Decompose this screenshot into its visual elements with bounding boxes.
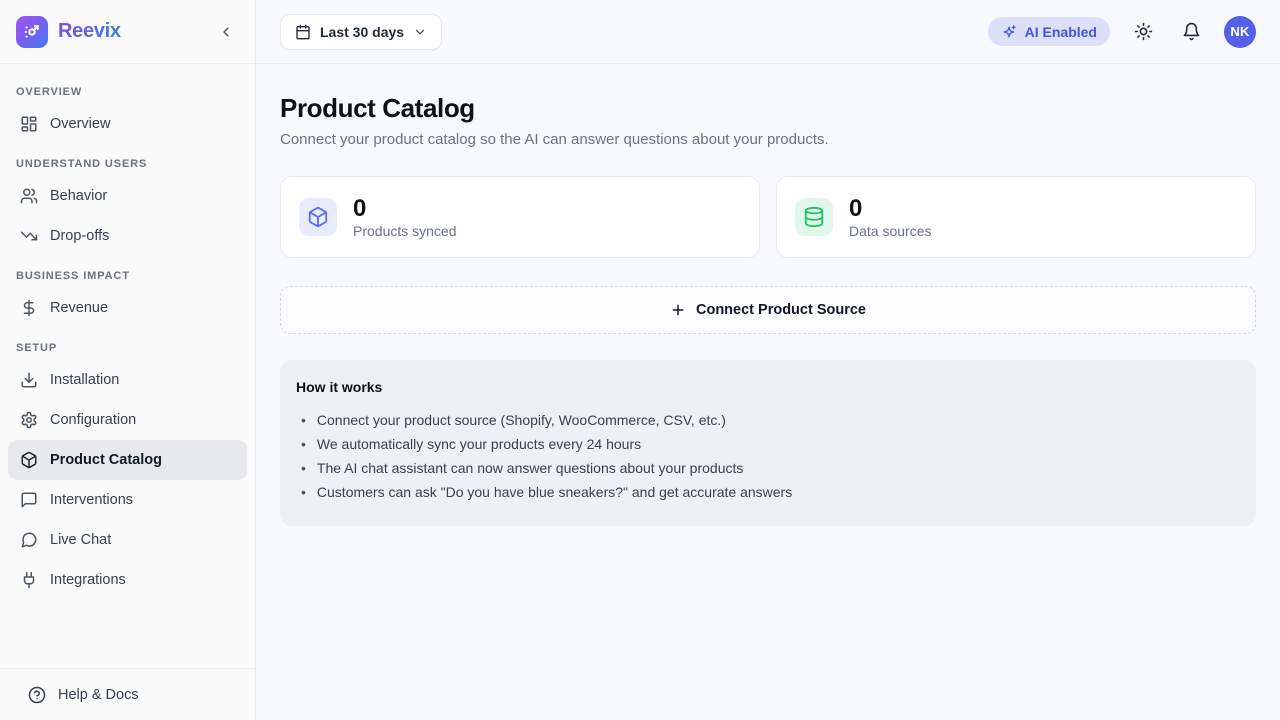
ai-enabled-label: AI Enabled bbox=[1025, 24, 1097, 40]
stat-label: Products synced bbox=[353, 223, 457, 239]
chevron-down-icon bbox=[413, 25, 427, 39]
sidebar-item-label: Integrations bbox=[50, 572, 126, 588]
help-docs-button[interactable]: Help & Docs bbox=[0, 668, 255, 720]
plug-icon bbox=[20, 571, 38, 589]
bullet-icon: • bbox=[296, 432, 306, 456]
stat-value: 0 bbox=[849, 195, 931, 223]
list-item: • The AI chat assistant can now answer q… bbox=[296, 456, 1240, 480]
page-content: Product Catalog Connect your product cat… bbox=[256, 64, 1280, 720]
stat-card-products-synced: 0 Products synced bbox=[280, 176, 760, 258]
sidebar: Reevix Overview Overview Understand User… bbox=[0, 0, 256, 720]
sidebar-item-label: Product Catalog bbox=[50, 452, 162, 468]
sidebar-item-interventions[interactable]: Interventions bbox=[8, 480, 247, 520]
help-circle-icon bbox=[28, 686, 46, 704]
page-subtitle: Connect your product catalog so the AI c… bbox=[280, 131, 1256, 148]
sparkles-icon bbox=[1001, 24, 1017, 40]
stat-text: 0 Data sources bbox=[849, 195, 931, 240]
calendar-icon bbox=[295, 24, 311, 40]
sidebar-item-label: Interventions bbox=[50, 492, 133, 508]
topbar-actions: AI Enabled NK bbox=[988, 16, 1256, 48]
sidebar-item-label: Behavior bbox=[50, 188, 107, 204]
message-square-icon bbox=[20, 491, 38, 509]
how-it-works-list: • Connect your product source (Shopify, … bbox=[296, 408, 1240, 504]
connect-product-source-button[interactable]: Connect Product Source bbox=[280, 286, 1256, 334]
dashboard-icon bbox=[20, 115, 38, 133]
nav-section-overview: Overview bbox=[8, 72, 247, 104]
sidebar-item-live-chat[interactable]: Live Chat bbox=[8, 520, 247, 560]
stat-text: 0 Products synced bbox=[353, 195, 457, 240]
sidebar-item-product-catalog[interactable]: Product Catalog bbox=[8, 440, 247, 480]
sidebar-nav: Overview Overview Understand Users Behav… bbox=[0, 64, 255, 668]
dollar-icon bbox=[20, 299, 38, 317]
bell-icon bbox=[1182, 22, 1201, 41]
message-circle-icon bbox=[20, 531, 38, 549]
package-icon bbox=[20, 451, 38, 469]
sidebar-item-label: Revenue bbox=[50, 300, 108, 316]
sidebar-item-overview[interactable]: Overview bbox=[8, 104, 247, 144]
list-item: • Connect your product source (Shopify, … bbox=[296, 408, 1240, 432]
gear-icon bbox=[20, 411, 38, 429]
list-item-text: Customers can ask "Do you have blue snea… bbox=[317, 480, 792, 504]
chevron-left-icon bbox=[218, 24, 234, 40]
sidebar-header: Reevix bbox=[0, 0, 255, 64]
notifications-button[interactable] bbox=[1176, 17, 1206, 47]
users-icon bbox=[20, 187, 38, 205]
stats-row: 0 Products synced 0 Data sources bbox=[280, 176, 1256, 258]
sidebar-item-drop-offs[interactable]: Drop-offs bbox=[8, 216, 247, 256]
package-icon bbox=[299, 198, 337, 236]
stat-card-data-sources: 0 Data sources bbox=[776, 176, 1256, 258]
nav-section-understand-users: Understand Users bbox=[8, 144, 247, 176]
sidebar-item-label: Live Chat bbox=[50, 532, 111, 548]
bullet-icon: • bbox=[296, 408, 306, 432]
stat-value: 0 bbox=[353, 195, 457, 223]
help-docs-label: Help & Docs bbox=[58, 687, 139, 703]
trending-down-icon bbox=[20, 227, 38, 245]
sun-icon bbox=[1134, 22, 1153, 41]
list-item: • We automatically sync your products ev… bbox=[296, 432, 1240, 456]
date-range-value: Last 30 days bbox=[320, 24, 404, 40]
database-icon bbox=[795, 198, 833, 236]
brand-logo-icon bbox=[16, 16, 48, 48]
nav-section-setup: Setup bbox=[8, 328, 247, 360]
sidebar-collapse-button[interactable] bbox=[213, 19, 239, 45]
brand-name: Reevix bbox=[58, 20, 121, 43]
list-item-text: The AI chat assistant can now answer que… bbox=[317, 456, 743, 480]
sidebar-item-label: Installation bbox=[50, 372, 119, 388]
sidebar-item-label: Overview bbox=[50, 116, 110, 132]
sidebar-item-configuration[interactable]: Configuration bbox=[8, 400, 247, 440]
main-area: Last 30 days AI Enabled NK Product Catal… bbox=[256, 0, 1280, 720]
sidebar-item-label: Configuration bbox=[50, 412, 136, 428]
plus-icon bbox=[670, 302, 686, 318]
sidebar-item-integrations[interactable]: Integrations bbox=[8, 560, 247, 600]
how-it-works-title: How it works bbox=[296, 379, 1240, 395]
nav-section-business-impact: Business Impact bbox=[8, 256, 247, 288]
topbar: Last 30 days AI Enabled NK bbox=[256, 0, 1280, 64]
date-range-dropdown[interactable]: Last 30 days bbox=[280, 14, 442, 50]
list-item-text: We automatically sync your products ever… bbox=[317, 432, 641, 456]
download-icon bbox=[20, 371, 38, 389]
sidebar-item-label: Drop-offs bbox=[50, 228, 109, 244]
sidebar-item-installation[interactable]: Installation bbox=[8, 360, 247, 400]
stat-label: Data sources bbox=[849, 223, 931, 239]
user-avatar[interactable]: NK bbox=[1224, 16, 1256, 48]
sidebar-item-revenue[interactable]: Revenue bbox=[8, 288, 247, 328]
bullet-icon: • bbox=[296, 456, 306, 480]
theme-toggle-button[interactable] bbox=[1128, 17, 1158, 47]
list-item: • Customers can ask "Do you have blue sn… bbox=[296, 480, 1240, 504]
how-it-works-panel: How it works • Connect your product sour… bbox=[280, 360, 1256, 526]
page-title: Product Catalog bbox=[280, 93, 1256, 124]
sidebar-item-behavior[interactable]: Behavior bbox=[8, 176, 247, 216]
bullet-icon: • bbox=[296, 480, 306, 504]
list-item-text: Connect your product source (Shopify, Wo… bbox=[317, 408, 726, 432]
ai-enabled-badge[interactable]: AI Enabled bbox=[988, 17, 1110, 46]
connect-button-label: Connect Product Source bbox=[696, 302, 866, 318]
